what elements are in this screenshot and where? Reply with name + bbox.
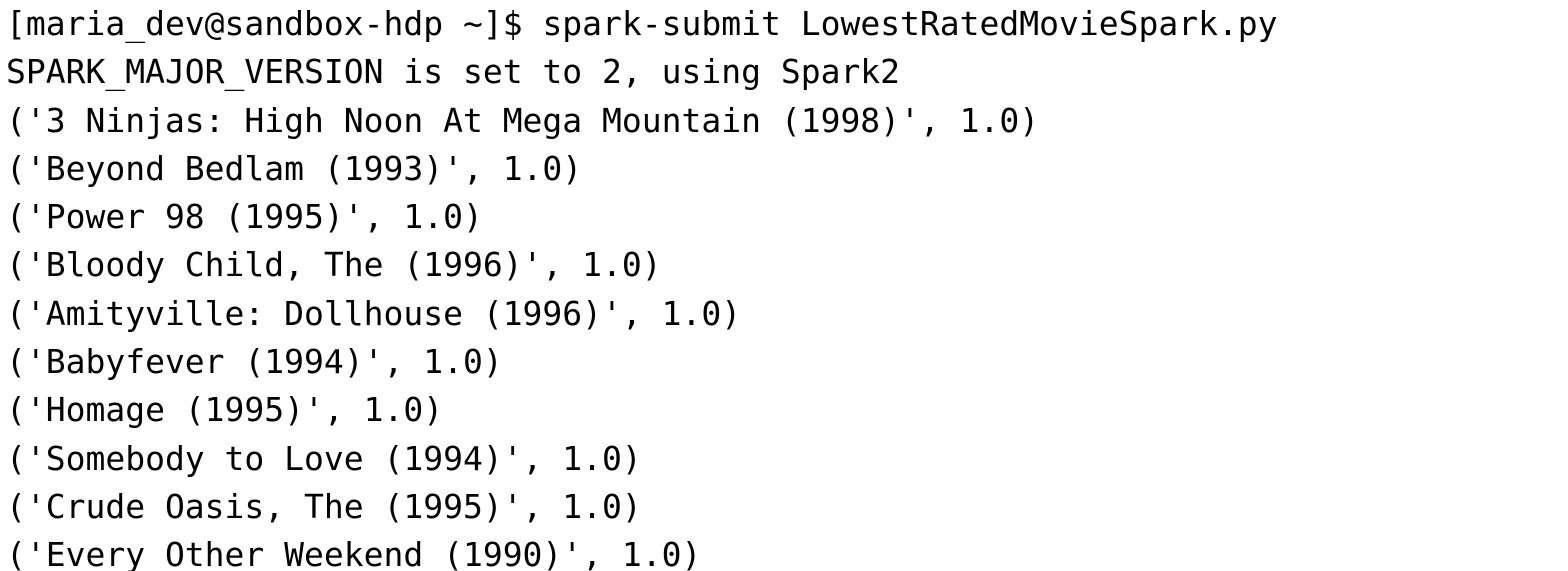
- command-line: [maria_dev@sandbox-hdp ~]$ spark-submit …: [6, 0, 1568, 48]
- command-text: spark-submit LowestRatedMovieSpark.py: [542, 4, 1278, 43]
- shell-prompt: [maria_dev@sandbox-hdp ~]$: [6, 4, 543, 43]
- output-line-result: ('3 Ninjas: High Noon At Mega Mountain (…: [6, 100, 1040, 140]
- output-line-result: ('Homage (1995)', 1.0): [6, 390, 444, 430]
- terminal-window[interactable]: [maria_dev@sandbox-hdp ~]$ spark-submit …: [0, 0, 1568, 571]
- output-line-version: SPARK_MAJOR_VERSION is set to 2, using S…: [6, 52, 901, 92]
- output-line-result: ('Somebody to Love (1994)', 1.0): [6, 438, 642, 478]
- output-line-result: ('Amityville: Dollhouse (1996)', 1.0): [6, 293, 742, 333]
- output-line-result: ('Every Other Weekend (1990)', 1.0): [6, 535, 702, 571]
- output-line-result: ('Power 98 (1995)', 1.0): [6, 197, 483, 237]
- output-line-result: ('Bloody Child, The (1996)', 1.0): [6, 245, 662, 285]
- output-line-result: ('Babyfever (1994)', 1.0): [6, 342, 503, 382]
- output-line-result: ('Crude Oasis, The (1995)', 1.0): [6, 486, 642, 526]
- output-line-result: ('Beyond Bedlam (1993)', 1.0): [6, 148, 583, 188]
